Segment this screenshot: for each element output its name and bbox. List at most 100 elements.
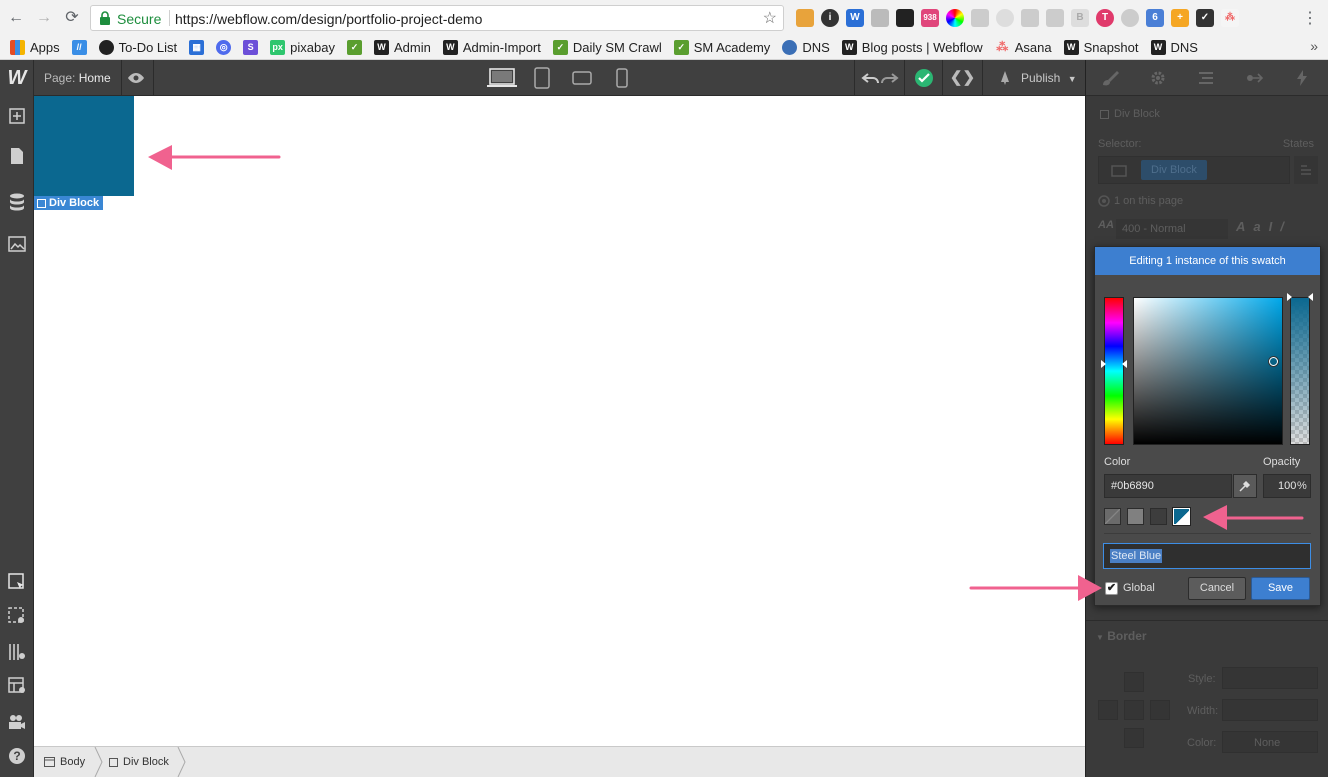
bookmark-pixabay[interactable]: px pixabay (270, 40, 335, 55)
extension-t-icon[interactable]: T (1096, 9, 1114, 27)
interactions-tab[interactable] (1230, 60, 1278, 96)
extension-ring-icon[interactable] (1121, 9, 1139, 27)
bookmark-blue-2[interactable]: ◎ (216, 40, 232, 55)
extension-circle-icon[interactable] (996, 9, 1014, 27)
opacity-handle-left[interactable] (1287, 293, 1292, 301)
swatch-steel-blue-selected[interactable] (1172, 507, 1191, 526)
help-icon[interactable]: ? (0, 740, 34, 772)
extension-number-icon[interactable]: 6 (1146, 9, 1164, 27)
lightning-tab[interactable] (1278, 60, 1326, 96)
extension-gray-icon[interactable] (1046, 9, 1064, 27)
swatch-transparent[interactable] (1104, 508, 1121, 525)
extension-webflow-icon[interactable]: W (846, 9, 864, 27)
forward-arrow-icon[interactable]: → (34, 8, 54, 28)
bookmark-star-icon[interactable]: ☆ (763, 8, 777, 28)
preview-selection-icon[interactable] (0, 600, 34, 632)
element-label-tag[interactable]: Div Block (34, 196, 104, 210)
chrome-menu-icon[interactable]: ⋮ (1302, 8, 1318, 28)
bookmarks-overflow-icon[interactable]: » (1310, 38, 1318, 54)
swatch-gray[interactable] (1127, 508, 1144, 525)
extension-colorwheel-icon[interactable] (946, 9, 964, 27)
bookmark-snapshot[interactable]: W Snapshot (1063, 40, 1139, 55)
border-bottom-selector[interactable] (1124, 728, 1144, 748)
page-selector[interactable]: Page: Home (34, 60, 122, 96)
pages-panel-icon[interactable] (0, 140, 34, 172)
extension-check-icon[interactable]: ✓ (1196, 9, 1214, 27)
selector-class-tag[interactable]: Div Block (1141, 160, 1207, 180)
font-style-icons[interactable]: AaI/ (1236, 219, 1292, 234)
border-left-selector[interactable] (1098, 700, 1118, 720)
design-canvas[interactable]: Div Block (34, 96, 1085, 746)
font-weight-select[interactable]: 400 - Normal (1116, 219, 1228, 239)
hex-color-input[interactable] (1104, 474, 1232, 498)
save-button[interactable]: Save (1251, 577, 1310, 600)
video-tutorials-icon[interactable] (0, 706, 34, 738)
border-section-heading[interactable]: ▼ Border (1096, 629, 1147, 643)
bookmark-leaf[interactable]: ✓ (346, 40, 362, 55)
color-picker-handle[interactable] (1269, 357, 1278, 366)
swatch-name-selected-text[interactable]: Steel Blue (1110, 549, 1163, 563)
selector-field[interactable]: Div Block (1098, 156, 1290, 184)
swatch-dark-gray[interactable] (1150, 508, 1167, 525)
hue-handle-right[interactable] (1122, 360, 1127, 368)
settings-gear-tab[interactable] (1134, 60, 1182, 96)
code-export-icon[interactable]: ❮❯ (942, 60, 982, 96)
border-all-selector[interactable] (1124, 700, 1144, 720)
publish-button[interactable]: Publish ▼ (982, 60, 1085, 96)
webflow-logo-icon[interactable]: W (0, 62, 34, 94)
hue-handle-left[interactable] (1101, 360, 1106, 368)
extension-asana-icon[interactable]: ⁂ (1221, 9, 1239, 27)
breadcrumb-item-body[interactable]: Body (44, 747, 85, 777)
bookmark-slash[interactable]: // (71, 40, 87, 55)
mobile-portrait-breakpoint-button[interactable] (602, 60, 642, 96)
site-status-button[interactable] (904, 60, 942, 96)
breadcrumb-item-div-block[interactable]: Div Block (109, 747, 169, 777)
hue-slider[interactable] (1104, 297, 1124, 445)
navigator-icon[interactable] (0, 636, 34, 668)
bookmark-daily-sm-crawl[interactable]: ✓ Daily SM Crawl (552, 40, 662, 55)
reload-icon[interactable]: ⟳ (62, 8, 82, 28)
bookmark-s[interactable]: S (243, 40, 259, 55)
assets-panel-icon[interactable] (0, 228, 34, 260)
border-right-selector[interactable] (1150, 700, 1170, 720)
bookmark-admin-import[interactable]: W Admin-Import (442, 40, 541, 55)
extension-bird-icon[interactable] (896, 9, 914, 27)
cms-database-icon[interactable] (0, 186, 34, 218)
selector-menu-button[interactable] (1294, 156, 1318, 184)
preview-eye-button[interactable] (118, 60, 154, 96)
extension-feather-icon[interactable] (971, 9, 989, 27)
add-panel-icon[interactable] (0, 100, 34, 132)
states-dropdown[interactable]: States (1283, 138, 1314, 150)
bookmark-apps[interactable]: Apps (10, 40, 60, 55)
bookmark-asana[interactable]: ⁂ Asana (995, 40, 1051, 55)
extension-1password-icon[interactable]: i (821, 9, 839, 27)
cancel-button[interactable]: Cancel (1188, 577, 1246, 600)
bookmark-dns-2[interactable]: W DNS (1150, 40, 1198, 55)
mobile-landscape-breakpoint-button[interactable] (562, 60, 602, 96)
border-top-selector[interactable] (1124, 672, 1144, 692)
extension-shield-icon[interactable] (871, 9, 889, 27)
extension-flag-icon[interactable] (796, 9, 814, 27)
style-brush-tab[interactable] (1086, 60, 1134, 96)
address-bar[interactable]: Secure https://webflow.com/design/portfo… (90, 5, 784, 31)
border-style-options[interactable] (1222, 667, 1318, 689)
selector-tool-icon[interactable] (0, 566, 34, 598)
bookmark-admin[interactable]: W Admin (373, 40, 431, 55)
bookmark-todo-list[interactable]: To-Do List (98, 40, 177, 55)
extension-b-icon[interactable]: B (1071, 9, 1089, 27)
eyedropper-button[interactable] (1233, 474, 1257, 498)
undo-redo-buttons[interactable] (854, 60, 904, 96)
opacity-slider[interactable] (1290, 297, 1310, 445)
back-arrow-icon[interactable]: ← (6, 8, 26, 28)
extension-plus-icon[interactable]: + (1171, 9, 1189, 27)
bookmark-dns[interactable]: DNS (782, 40, 830, 55)
symbols-icon[interactable] (0, 670, 34, 702)
bookmark-sm-academy[interactable]: ✓ SM Academy (673, 40, 770, 55)
extension-counter-icon[interactable]: 938 (921, 9, 939, 27)
style-manager-tab[interactable] (1182, 60, 1230, 96)
bookmark-blue-1[interactable]: ▦ (189, 40, 205, 55)
opacity-handle-right[interactable] (1308, 293, 1313, 301)
border-width-input[interactable] (1222, 699, 1318, 721)
global-checkbox[interactable]: ✔ (1105, 582, 1118, 595)
desktop-breakpoint-button[interactable] (482, 60, 522, 96)
